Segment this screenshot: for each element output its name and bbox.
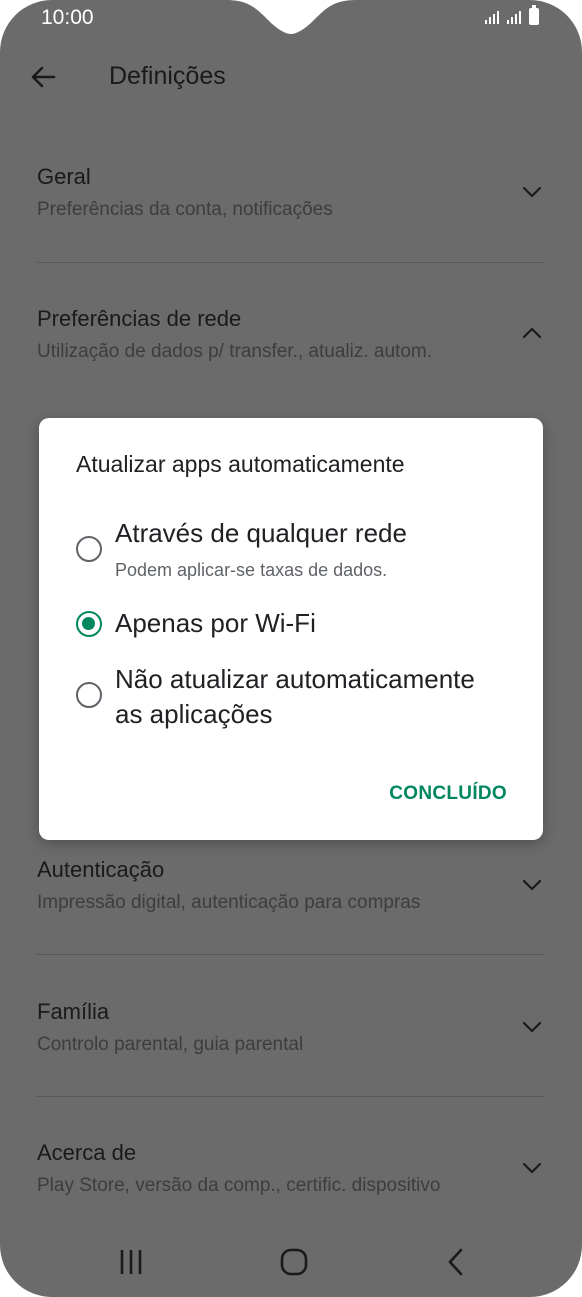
back-arrow-icon[interactable] <box>28 62 58 92</box>
chevron-down-icon <box>522 1021 542 1033</box>
section-title: Acerca de <box>37 1140 137 1165</box>
option-any-network[interactable]: Através de qualquer rede Podem aplicar-s… <box>76 518 526 588</box>
option-subtitle: Podem aplicar-se taxas de dados. <box>115 560 388 580</box>
option-label: Através de qualquer rede <box>115 518 407 548</box>
camera-notch <box>226 0 356 34</box>
phone-screen: 10:00 Definições Geral Preferências da c… <box>0 0 582 1297</box>
section-subtitle: Controlo parental, guia parental <box>37 1034 304 1055</box>
option-no-auto-update[interactable]: Não atualizar automaticamente as aplicaç… <box>76 662 526 734</box>
settings-section-about[interactable]: Acerca de Play Store, versão da comp., c… <box>37 1138 545 1208</box>
option-label-line1: Não atualizar automaticamente <box>115 664 475 694</box>
divider <box>37 954 545 955</box>
app-bar: Definições <box>0 50 582 110</box>
done-button[interactable]: CONCLUÍDO <box>389 783 507 805</box>
section-title: Preferências de rede <box>37 306 242 331</box>
auto-update-dialog: Atualizar apps automaticamente Através d… <box>39 418 543 840</box>
chevron-down-icon <box>522 186 542 198</box>
chevron-down-icon <box>522 879 542 891</box>
option-label: Apenas por Wi-Fi <box>115 608 316 638</box>
section-subtitle: Impressão digital, autenticação para com… <box>37 892 421 913</box>
signal-icon <box>485 10 499 24</box>
signal-icon <box>507 10 521 24</box>
system-nav-bar <box>0 1230 582 1290</box>
status-time: 10:00 <box>41 6 94 29</box>
section-subtitle: Utilização de dados p/ transfer., atuali… <box>37 341 432 362</box>
radio-button-selected[interactable] <box>76 611 102 637</box>
section-title: Geral <box>37 164 91 189</box>
dialog-title: Atualizar apps automaticamente <box>76 451 405 477</box>
back-nav-icon[interactable] <box>444 1248 468 1276</box>
section-subtitle: Play Store, versão da comp., certific. d… <box>37 1175 441 1196</box>
section-title: Autenticação <box>37 857 165 882</box>
section-title: Família <box>37 999 110 1024</box>
chevron-up-icon <box>522 327 542 339</box>
divider <box>37 1096 545 1097</box>
divider <box>37 262 545 263</box>
option-wifi-only[interactable]: Apenas por Wi-Fi <box>76 606 526 646</box>
chevron-down-icon <box>522 1162 542 1174</box>
status-bar: 10:00 <box>0 0 582 38</box>
page-title: Definições <box>109 62 226 90</box>
option-label-line2: as aplicações <box>115 699 273 729</box>
recents-icon[interactable] <box>116 1248 146 1276</box>
settings-section-general[interactable]: Geral Preferências da conta, notificaçõe… <box>37 162 545 232</box>
radio-button[interactable] <box>76 682 102 708</box>
battery-icon <box>529 5 539 25</box>
settings-section-family[interactable]: Família Controlo parental, guia parental <box>37 997 545 1067</box>
home-icon[interactable] <box>279 1248 309 1276</box>
settings-section-network[interactable]: Preferências de rede Utilização de dados… <box>37 304 545 374</box>
settings-section-authentication[interactable]: Autenticação Impressão digital, autentic… <box>37 855 545 925</box>
radio-button[interactable] <box>76 536 102 562</box>
section-subtitle: Preferências da conta, notificações <box>37 199 333 220</box>
